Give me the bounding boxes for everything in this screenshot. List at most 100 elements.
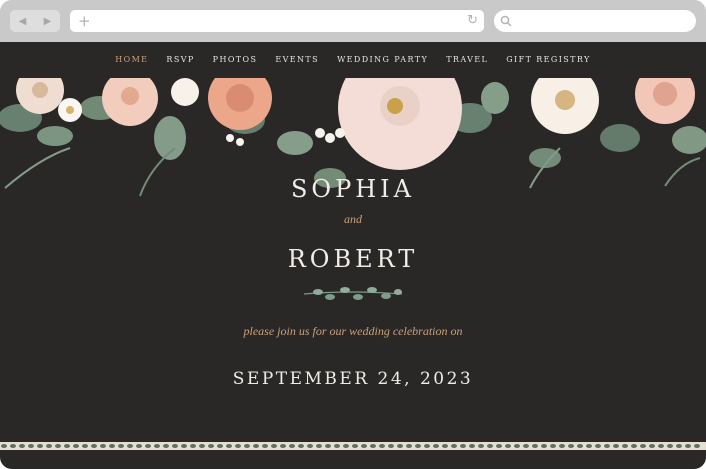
and-text: and — [344, 212, 362, 226]
border-leaf — [568, 444, 574, 448]
border-leaf — [55, 444, 61, 448]
nav-item-rsvp[interactable]: RSVP — [166, 55, 194, 64]
border-leaf — [172, 444, 178, 448]
plus-icon[interactable]: + — [78, 12, 91, 30]
border-leaf — [181, 444, 187, 448]
border-leaf — [136, 444, 142, 448]
border-leaf — [46, 444, 52, 448]
border-leaf — [685, 444, 691, 448]
border-leaf — [613, 444, 619, 448]
border-leaf — [1, 444, 7, 448]
border-leaf — [550, 444, 556, 448]
border-leaf — [352, 444, 358, 448]
border-leaf — [190, 444, 196, 448]
border-leaf — [271, 444, 277, 448]
couple-name-2: ROBERT — [287, 245, 419, 273]
border-leaf — [658, 444, 664, 448]
site-nav: HOME RSVP PHOTOS EVENTS WEDDING PARTY TRAVEL G… — [0, 42, 706, 78]
border-leaf — [586, 444, 592, 448]
border-leaf — [433, 444, 439, 448]
border-leaf — [667, 444, 673, 448]
border-leaf — [325, 444, 331, 448]
border-leaf — [514, 444, 520, 448]
browser-window: ◀ ▶ + ↻ HOME RSVP PHOTOS EVENTS WEDDING PART… — [0, 0, 706, 469]
border-leaf — [577, 444, 583, 448]
border-leaf — [361, 444, 367, 448]
invitation-text: please join us for our wedding celebrati… — [243, 324, 463, 338]
border-leaf — [100, 444, 106, 448]
border-leaf — [64, 444, 70, 448]
search-icon — [500, 15, 512, 27]
border-leaf — [91, 444, 97, 448]
border-leaf — [595, 444, 601, 448]
border-leaf — [460, 444, 466, 448]
border-leaf — [478, 444, 484, 448]
border-leaf — [559, 444, 565, 448]
border-leaf — [451, 444, 457, 448]
wedding-date: SEPTEMBER 24, 2023 — [232, 369, 474, 389]
border-leaf — [406, 444, 412, 448]
forward-arrow-icon[interactable]: ▶ — [44, 16, 52, 27]
border-leaf — [442, 444, 448, 448]
nav-item-home[interactable]: HOME — [115, 55, 148, 64]
border-leaf — [631, 444, 637, 448]
border-leaf — [415, 444, 421, 448]
border-leaf — [640, 444, 646, 448]
border-leaf — [289, 444, 295, 448]
border-leaf — [28, 444, 34, 448]
border-leaf — [379, 444, 385, 448]
nav-item-events[interactable]: EVENTS — [275, 55, 319, 64]
border-leaf — [145, 444, 151, 448]
border-leaf — [334, 444, 340, 448]
border-leaf — [523, 444, 529, 448]
border-leaf — [226, 444, 232, 448]
border-leaf — [127, 444, 133, 448]
border-leaf — [163, 444, 169, 448]
border-leaf — [676, 444, 682, 448]
border-leaf — [73, 444, 79, 448]
border-leaf — [388, 444, 394, 448]
address-bar[interactable]: + ↻ — [70, 10, 484, 32]
browser-toolbar: ◀ ▶ + ↻ — [0, 0, 706, 42]
border-leaf — [469, 444, 475, 448]
border-leaf — [649, 444, 655, 448]
nav-item-photos[interactable]: PHOTOS — [213, 55, 258, 64]
border-leaf — [397, 444, 403, 448]
border-leaf — [19, 444, 25, 448]
border-leaf — [217, 444, 223, 448]
border-leaf — [622, 444, 628, 448]
border-leaf — [10, 444, 16, 448]
couple-name-1: SOPHIA — [290, 175, 415, 203]
history-buttons: ◀ ▶ — [10, 10, 60, 32]
border-leaf — [505, 444, 511, 448]
border-leaf — [199, 444, 205, 448]
border-leaf — [253, 444, 259, 448]
border-leaf — [235, 444, 241, 448]
border-leaf — [370, 444, 376, 448]
border-leaf — [244, 444, 250, 448]
border-leaf — [37, 444, 43, 448]
border-leaf — [280, 444, 286, 448]
border-leaf — [154, 444, 160, 448]
border-leaf — [424, 444, 430, 448]
border-leaf — [82, 444, 88, 448]
nav-item-wedding-party[interactable]: WEDDING PARTY — [337, 55, 428, 64]
flowers — [16, 78, 695, 170]
border-leaf — [208, 444, 214, 448]
wedding-page: HOME RSVP PHOTOS EVENTS WEDDING PARTY TRAVEL G… — [0, 42, 706, 469]
border-leaf — [109, 444, 115, 448]
border-leaf — [262, 444, 268, 448]
reload-icon[interactable]: ↻ — [467, 13, 478, 29]
border-leaf — [298, 444, 304, 448]
border-leaf — [343, 444, 349, 448]
floral-border — [0, 442, 706, 450]
border-leaf — [604, 444, 610, 448]
back-arrow-icon[interactable]: ◀ — [19, 16, 27, 27]
nav-item-travel[interactable]: TRAVEL — [446, 55, 488, 64]
search-bar[interactable] — [494, 10, 696, 32]
border-leaf — [316, 444, 322, 448]
nav-item-gift-registry[interactable]: GIFT REGISTRY — [506, 55, 590, 64]
border-leaf — [541, 444, 547, 448]
border-leaf — [307, 444, 313, 448]
border-leaf — [118, 444, 124, 448]
